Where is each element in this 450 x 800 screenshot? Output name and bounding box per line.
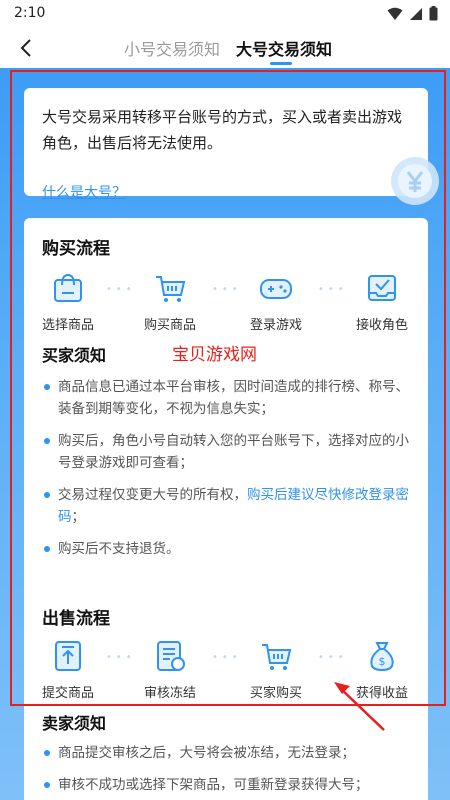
signal-icon — [410, 7, 422, 20]
upload-icon — [48, 636, 88, 676]
inbox-receive-icon — [362, 268, 402, 308]
sell-step-submit: 提交商品 — [28, 636, 108, 701]
seller-notes-title: 卖家须知 — [42, 714, 107, 733]
buyer-notes-title: 买家须知 — [42, 346, 107, 365]
buy-step-receive: 接收角色 — [342, 268, 422, 333]
sell-step-label: 审核冻结 — [143, 686, 196, 701]
sell-step-label: 买家购买 — [249, 686, 302, 701]
shopping-bag-icon — [48, 268, 88, 308]
buy-steps: 选择商品 ••• 购买商品 ••• 登录游戏 ••• 接收角色 — [24, 268, 428, 333]
cart-icon — [150, 268, 190, 308]
watermark-text: 宝贝游戏网 — [172, 345, 257, 365]
top-nav: 小号交易须知 大号交易须知 — [0, 28, 450, 68]
wifi-icon — [387, 7, 403, 20]
tab-small-account[interactable]: 小号交易须知 — [124, 36, 220, 60]
buy-step-select: 选择商品 — [28, 268, 108, 333]
seller-notes-list: 商品提交审核之后，大号将会被冻结，无法登录； 审核不成功或选择下架商品，可重新登… — [42, 742, 414, 800]
list-item: 审核不成功或选择下架商品，可重新登录获得大号； — [42, 774, 414, 796]
buy-step-label: 接收角色 — [355, 318, 408, 333]
list-item: 交易过程仅变更大号的所有权，购买后建议尽快修改登录密码； — [42, 484, 414, 528]
status-bar: 2:10 — [0, 0, 450, 28]
sell-step-label: 提交商品 — [41, 686, 94, 701]
intro-text: 大号交易采用转移平台账号的方式，买入或者卖出游戏角色，出售后将无法使用。 — [42, 108, 403, 152]
status-time: 2:10 — [14, 5, 46, 21]
list-item: 购买后不支持退货。 — [42, 538, 414, 560]
status-icons — [387, 6, 438, 21]
svg-text:$: $ — [379, 655, 386, 668]
buy-step-label: 购买商品 — [143, 318, 196, 333]
active-tab-indicator — [270, 62, 292, 65]
buy-card: 购买流程 选择商品 ••• 购买商品 ••• 登录游戏 ••• 接收角色 买家须… — [24, 218, 428, 622]
annotation-arrow-icon — [334, 682, 385, 731]
list-item: 商品信息已通过本平台审核，因时间造成的排行榜、称号、装备到期等变化，不视为信息失… — [42, 376, 414, 420]
buy-step-label: 选择商品 — [41, 318, 94, 333]
money-bag-icon: $ — [362, 636, 402, 676]
sell-flow-title: 出售流程 — [42, 609, 110, 629]
list-item: 商品提交审核之后，大号将会被冻结，无法登录； — [42, 742, 414, 764]
sell-step-review: 审核冻结 — [130, 636, 210, 701]
review-doc-icon — [150, 636, 190, 676]
buy-step-login: 登录游戏 — [236, 268, 316, 333]
back-button[interactable] — [12, 34, 40, 62]
gamepad-icon — [256, 268, 296, 308]
cart-icon — [256, 636, 296, 676]
coin-decoration-icon — [391, 157, 439, 205]
chevron-left-icon — [20, 39, 31, 57]
intro-card: 大号交易采用转移平台账号的方式，买入或者卖出游戏角色，出售后将无法使用。 什么是… — [24, 88, 428, 201]
list-item: 购买后，角色小号自动转入您的平台账号下，选择对应的小号登录游戏即可查看； — [42, 430, 414, 474]
buy-flow-title: 购买流程 — [42, 239, 110, 259]
buy-step-purchase: 购买商品 — [130, 268, 210, 333]
tab-large-account[interactable]: 大号交易须知 — [236, 36, 332, 60]
what-is-large-account-link[interactable]: 什么是大号？ — [42, 182, 126, 202]
buy-step-label: 登录游戏 — [249, 318, 302, 333]
buyer-notes-list: 商品信息已通过本平台审核，因时间造成的排行榜、称号、装备到期等变化，不视为信息失… — [42, 376, 414, 570]
battery-icon — [429, 6, 438, 21]
sell-step-buyer-purchase: 买家购买 — [236, 636, 316, 701]
